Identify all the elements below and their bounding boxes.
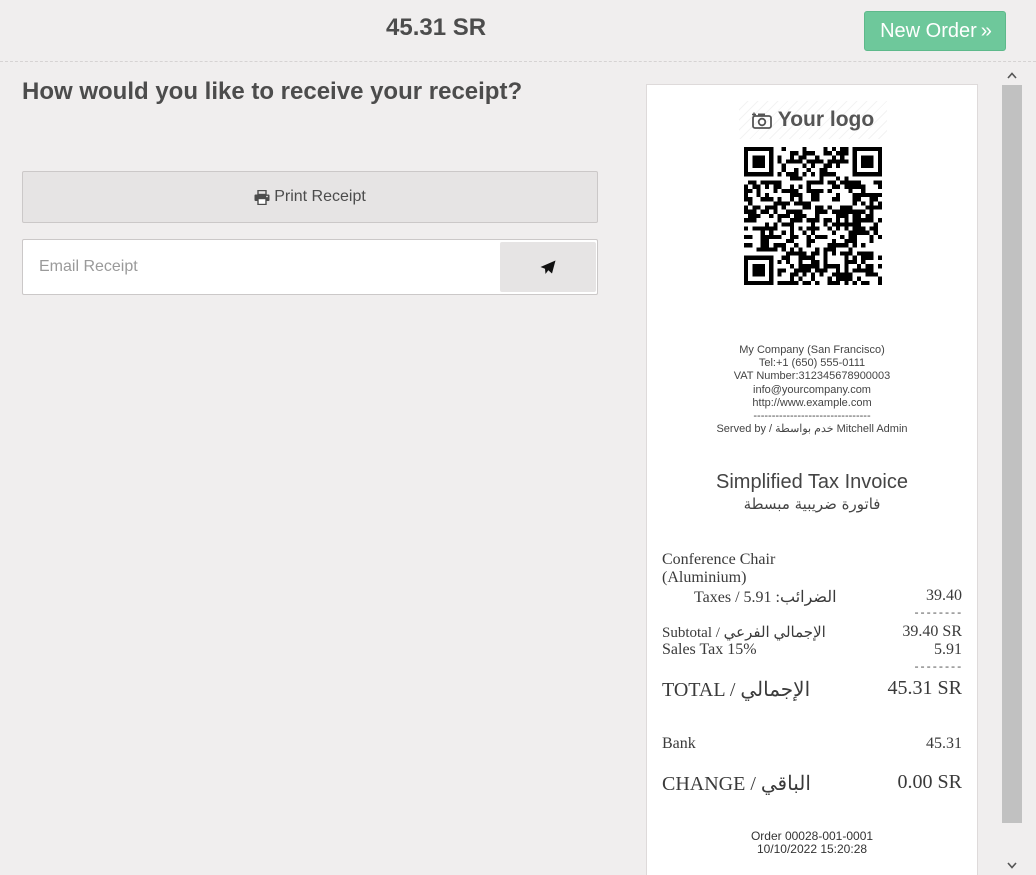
print-receipt-label: Print Receipt <box>274 188 366 205</box>
orderline-taxes: Taxes / الضرائب: 5.91 <box>694 589 837 606</box>
print-receipt-button[interactable]: Print Receipt <box>22 171 598 223</box>
total-value: 45.31 SR <box>887 677 962 699</box>
receipt-preview: Your logo My Company (San Francisco) Tel… <box>646 84 978 875</box>
total-label: TOTAL / الإجمالي <box>662 679 811 701</box>
total-amount: 45.31 SR <box>386 14 487 41</box>
new-order-button[interactable]: New Order » <box>864 11 1006 51</box>
orderline-product-name: Conference Chair <box>662 551 776 568</box>
camera-icon <box>751 112 772 129</box>
email-receipt-input[interactable] <box>23 240 499 294</box>
chevron-up-icon[interactable] <box>1000 66 1023 84</box>
company-separator: -------------------------------- <box>753 410 871 423</box>
printer-icon <box>254 189 270 205</box>
qr-code <box>744 147 882 285</box>
change-label: CHANGE / الباقي <box>662 773 811 795</box>
send-email-button[interactable] <box>500 242 596 292</box>
new-order-label: New Order <box>880 19 977 42</box>
subtotal-label: Subtotal / الإجمالي الفرعي <box>662 625 826 641</box>
orderline-product-variant: (Aluminium) <box>662 569 747 586</box>
served-by: Served by / خدم بواسطة Mitchell Admin <box>716 423 908 436</box>
invoice-title: Simplified Tax Invoice <box>716 471 908 493</box>
company-tel: Tel:+1 (650) 555-0111 <box>758 357 866 370</box>
receipt-question: How would you like to receive your recei… <box>22 78 523 105</box>
company-email: info@yourcompany.com <box>753 383 871 396</box>
company-info: My Company (San Francisco) Tel:+1 (650) … <box>647 344 977 436</box>
order-date: 10/10/2022 15:20:28 <box>756 842 868 856</box>
email-receipt-group <box>22 239 598 295</box>
company-logo: Your logo <box>739 101 887 139</box>
company-vat: VAT Number:312345678900003 <box>733 370 891 383</box>
payment-method-label: Bank <box>662 735 696 752</box>
scrollbar-thumb[interactable] <box>1002 85 1022 823</box>
separator-dashes: -------- <box>913 608 962 620</box>
chevron-down-icon[interactable] <box>1000 856 1023 874</box>
invoice-title-arabic: فاتورة ضريبية مبسطة <box>743 495 881 513</box>
top-bar: 45.31 SR New Order » <box>0 0 1036 62</box>
change-value: 0.00 SR <box>897 771 962 793</box>
double-chevron-right-icon: » <box>980 19 992 42</box>
paper-plane-icon <box>540 260 556 274</box>
payment-amount: 45.31 <box>926 735 962 752</box>
separator-dashes: -------- <box>913 662 962 674</box>
company-name: My Company (San Francisco) <box>739 344 885 356</box>
orderline-price: 39.40 <box>926 587 962 604</box>
company-website: http://www.example.com <box>752 396 872 409</box>
receipt-scrollbar[interactable] <box>1000 66 1023 875</box>
logo-text: Your logo <box>777 108 875 131</box>
subtotal-value: 39.40 SR <box>902 623 962 640</box>
tax-value: 5.91 <box>934 641 962 658</box>
tax-label: Sales Tax 15% <box>662 641 757 658</box>
order-info: Order 00028-001-0001 10/10/2022 15:20:28 <box>647 830 977 856</box>
